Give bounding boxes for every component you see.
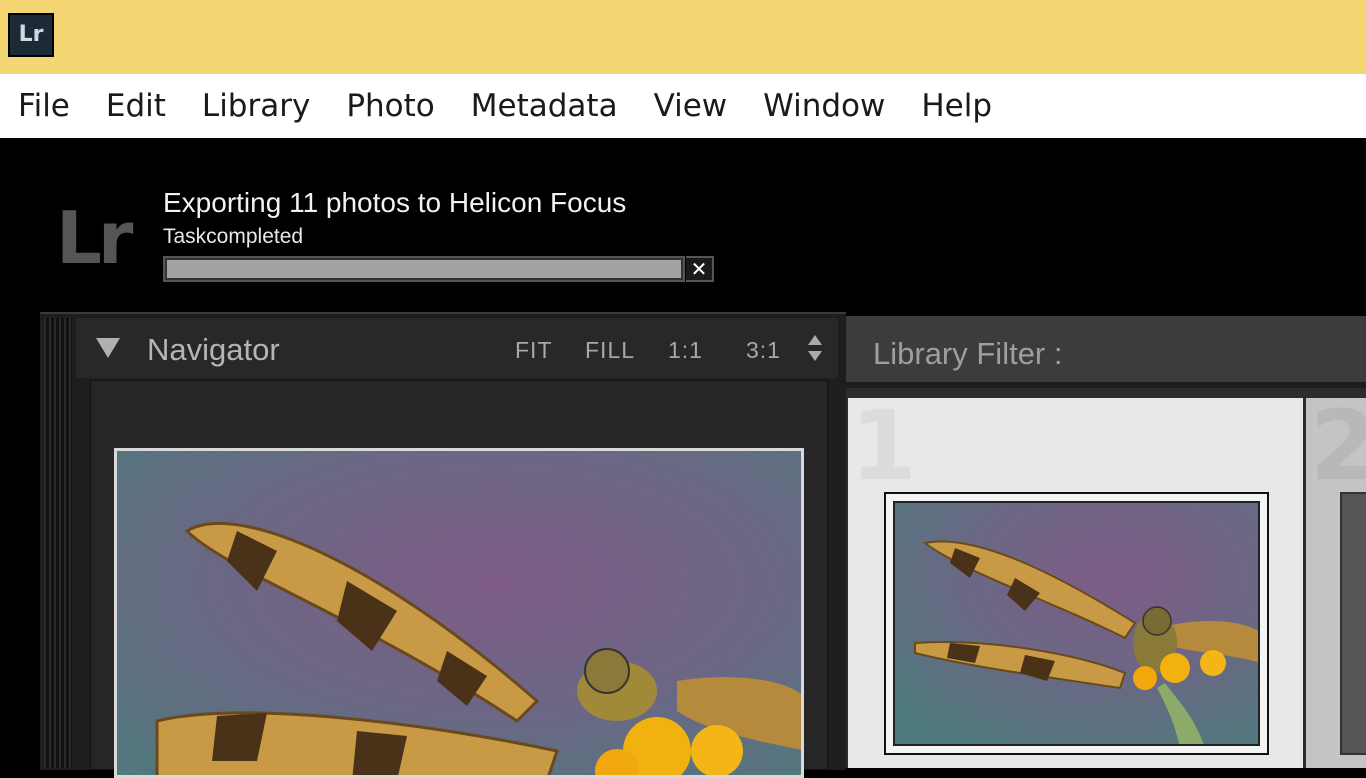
zoom-3-1[interactable]: 3:1 [746, 336, 781, 364]
navigator-title[interactable]: Navigator [147, 330, 280, 370]
menu-metadata[interactable]: Metadata [471, 74, 618, 138]
grid-cell-index: 1 [850, 390, 917, 502]
menu-file[interactable]: File [18, 74, 70, 138]
dragonfly-thumbnail [895, 503, 1258, 744]
panel-resize-grip[interactable] [44, 318, 72, 768]
task-title: Exporting 11 photos to Helicon Focus [163, 187, 627, 218]
menu-help[interactable]: Help [921, 74, 992, 138]
menu-bar: File Edit Library Photo Metadata View Wi… [0, 74, 1366, 138]
zoom-fill[interactable]: FILL [585, 336, 635, 364]
task-progress-fill [167, 260, 681, 278]
library-filter-label: Library Filter : [873, 336, 1063, 371]
menu-photo[interactable]: Photo [346, 74, 434, 138]
photo-thumbnail[interactable] [893, 501, 1260, 746]
close-icon[interactable]: ✕ [686, 256, 714, 282]
triangle-down-icon[interactable] [96, 338, 120, 358]
lightroom-logo: Lr [56, 196, 133, 280]
menu-edit[interactable]: Edit [106, 74, 166, 138]
up-down-arrows-icon[interactable] [806, 335, 824, 365]
photo-thumbnail[interactable] [1340, 492, 1366, 755]
navigator-preview-image[interactable] [114, 448, 804, 778]
window-title-bar[interactable] [0, 0, 1366, 74]
lightroom-app-icon[interactable]: Lr [8, 13, 54, 57]
menu-view[interactable]: View [654, 74, 728, 138]
zoom-fit[interactable]: FIT [515, 336, 553, 364]
menu-library[interactable]: Library [202, 74, 310, 138]
zoom-1-1[interactable]: 1:1 [668, 336, 703, 364]
task-status: Taskcompleted [163, 225, 304, 248]
grid-cell-index: 2 [1310, 396, 1366, 496]
task-progress-bar [163, 256, 685, 282]
menu-window[interactable]: Window [763, 74, 885, 138]
dragonfly-photo [117, 451, 801, 775]
